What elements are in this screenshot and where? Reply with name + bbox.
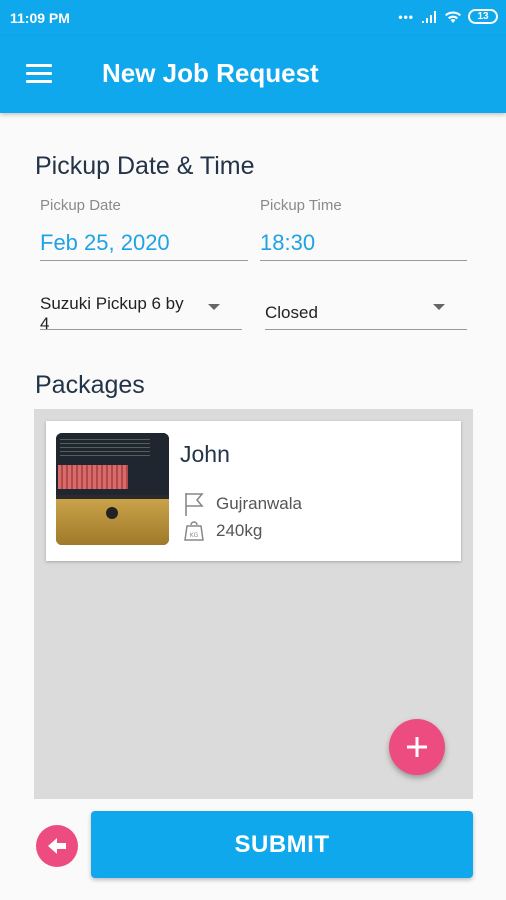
- pickup-date-field[interactable]: Feb 25, 2020: [40, 230, 248, 261]
- arrow-left-icon: [48, 838, 66, 854]
- status-bar: 11:09 PM ••• 13: [0, 0, 506, 36]
- add-package-button[interactable]: [389, 719, 445, 775]
- wifi-icon: [445, 10, 461, 23]
- pickup-date-label: Pickup Date: [40, 197, 121, 214]
- page-title: New Job Request: [102, 58, 319, 88]
- status-time: 11:09 PM: [10, 10, 70, 26]
- pickup-section-title: Pickup Date & Time: [35, 152, 255, 180]
- packages-section-title: Packages: [35, 371, 145, 399]
- pickup-time-field[interactable]: 18:30: [260, 230, 467, 261]
- chevron-down-icon: [208, 304, 220, 310]
- weight-icon: KG: [184, 521, 204, 541]
- package-recipient-name: John: [180, 441, 230, 467]
- package-destination-row: Gujranwala: [182, 491, 302, 517]
- package-photo: [56, 433, 169, 545]
- pickup-time-label: Pickup Time: [260, 197, 342, 214]
- battery-icon: 13: [468, 9, 498, 24]
- signal-icon: [422, 10, 436, 23]
- menu-icon[interactable]: [26, 64, 54, 86]
- package-weight: 240kg: [216, 521, 263, 540]
- body-type-select-value: Closed: [265, 303, 318, 322]
- package-destination: Gujranwala: [216, 494, 302, 513]
- vehicle-select[interactable]: Suzuki Pickup 6 by 4: [40, 292, 242, 330]
- flag-icon: [185, 493, 204, 516]
- dots-icon: •••: [398, 9, 414, 24]
- submit-button[interactable]: SUBMIT: [91, 811, 473, 878]
- status-icons: ••• 13: [398, 9, 498, 24]
- vehicle-select-value: Suzuki Pickup 6 by 4: [40, 294, 184, 330]
- app-bar: New Job Request: [0, 36, 506, 113]
- package-card[interactable]: John Gujranwala KG 240kg: [46, 421, 461, 561]
- body-type-select[interactable]: Closed: [265, 292, 467, 330]
- chevron-down-icon: [433, 304, 445, 310]
- svg-text:KG: KG: [190, 532, 199, 539]
- package-weight-row: KG 240kg: [182, 519, 262, 543]
- back-button[interactable]: [36, 825, 78, 867]
